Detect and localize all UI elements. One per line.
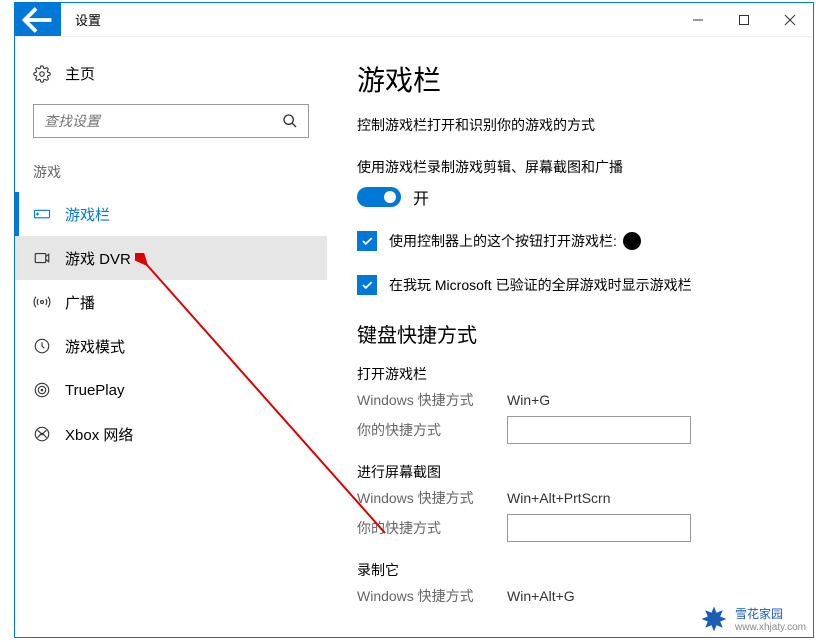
search-box[interactable]	[33, 104, 309, 138]
dvr-icon	[33, 249, 51, 267]
content-area: 游戏栏 控制游戏栏打开和识别你的游戏的方式 使用游戏栏录制游戏剪辑、屏幕截图和广…	[327, 37, 813, 637]
shortcut-title: 录制它	[357, 560, 783, 580]
broadcast-icon	[33, 293, 51, 311]
xbox-button-icon	[623, 232, 641, 250]
shortcut-win-label: Windows 快捷方式	[357, 390, 507, 410]
back-button[interactable]	[15, 3, 61, 36]
nav-game-mode[interactable]: 游戏模式	[15, 324, 327, 368]
titlebar: 设置	[15, 3, 813, 37]
shortcuts-heading: 键盘快捷方式	[357, 319, 783, 348]
game-mode-icon	[33, 337, 51, 355]
trueplay-icon	[33, 381, 51, 399]
page-description: 控制游戏栏打开和识别你的游戏的方式	[357, 115, 783, 135]
shortcut-input[interactable]	[507, 416, 691, 444]
fullscreen-checkbox[interactable]	[357, 275, 377, 295]
minimize-button[interactable]	[675, 3, 721, 36]
settings-icon	[33, 65, 51, 83]
window-title: 设置	[61, 3, 115, 36]
shortcut-group-record: 录制它 Windows 快捷方式 Win+Alt+G	[357, 560, 783, 606]
search-icon	[282, 113, 298, 129]
maximize-button[interactable]	[721, 3, 767, 36]
shortcut-win-value: Win+Alt+G	[507, 588, 575, 604]
watermark: 雪花家园 www.xhjaty.com	[699, 604, 806, 634]
shortcut-your-label: 你的快捷方式	[357, 518, 507, 538]
page-heading: 游戏栏	[357, 59, 783, 99]
shortcut-win-value: Win+G	[507, 392, 550, 408]
shortcut-title: 进行屏幕截图	[357, 462, 783, 482]
close-button[interactable]	[767, 3, 813, 36]
category-label: 游戏	[15, 156, 327, 192]
nav-trueplay[interactable]: TruePlay	[15, 368, 327, 412]
nav-game-dvr[interactable]: 游戏 DVR	[15, 236, 327, 280]
shortcut-your-label: 你的快捷方式	[357, 420, 507, 440]
settings-window: 设置 主页 游戏 游戏栏 游戏 DVR	[14, 2, 814, 638]
sidebar: 主页 游戏 游戏栏 游戏 DVR 广播	[15, 37, 327, 637]
shortcut-group-open: 打开游戏栏 Windows 快捷方式 Win+G 你的快捷方式	[357, 364, 783, 444]
shortcut-group-screenshot: 进行屏幕截图 Windows 快捷方式 Win+Alt+PrtScrn 你的快捷…	[357, 462, 783, 542]
home-label: 主页	[65, 63, 95, 84]
nav-label: Xbox 网络	[65, 424, 133, 445]
nav-label: 游戏模式	[65, 336, 125, 357]
watermark-logo	[699, 604, 729, 634]
home-link[interactable]: 主页	[15, 53, 327, 94]
checkbox-label: 在我玩 Microsoft 已验证的全屏游戏时显示游戏栏	[389, 275, 692, 295]
shortcut-win-label: Windows 快捷方式	[357, 586, 507, 606]
nav-label: 游戏 DVR	[65, 248, 131, 269]
nav-game-bar[interactable]: 游戏栏	[15, 192, 327, 236]
shortcut-input[interactable]	[507, 514, 691, 542]
nav-xbox-network[interactable]: Xbox 网络	[15, 412, 327, 456]
nav-label: TruePlay	[65, 382, 124, 399]
toggle-state-label: 开	[413, 185, 429, 209]
game-bar-toggle[interactable]	[357, 187, 401, 207]
nav-label: 广播	[65, 292, 95, 313]
watermark-name: 雪花家园	[735, 605, 806, 622]
checkbox-label: 使用控制器上的这个按钮打开游戏栏:	[389, 231, 617, 251]
nav-broadcast[interactable]: 广播	[15, 280, 327, 324]
controller-checkbox[interactable]	[357, 231, 377, 251]
shortcut-title: 打开游戏栏	[357, 364, 783, 384]
game-bar-icon	[33, 205, 51, 223]
watermark-url: www.xhjaty.com	[735, 622, 806, 633]
xbox-icon	[33, 425, 51, 443]
search-input[interactable]	[44, 113, 282, 129]
shortcut-win-label: Windows 快捷方式	[357, 488, 507, 508]
nav-label: 游戏栏	[65, 204, 110, 225]
shortcut-win-value: Win+Alt+PrtScrn	[507, 490, 610, 506]
toggle-description: 使用游戏栏录制游戏剪辑、屏幕截图和广播	[357, 157, 783, 177]
